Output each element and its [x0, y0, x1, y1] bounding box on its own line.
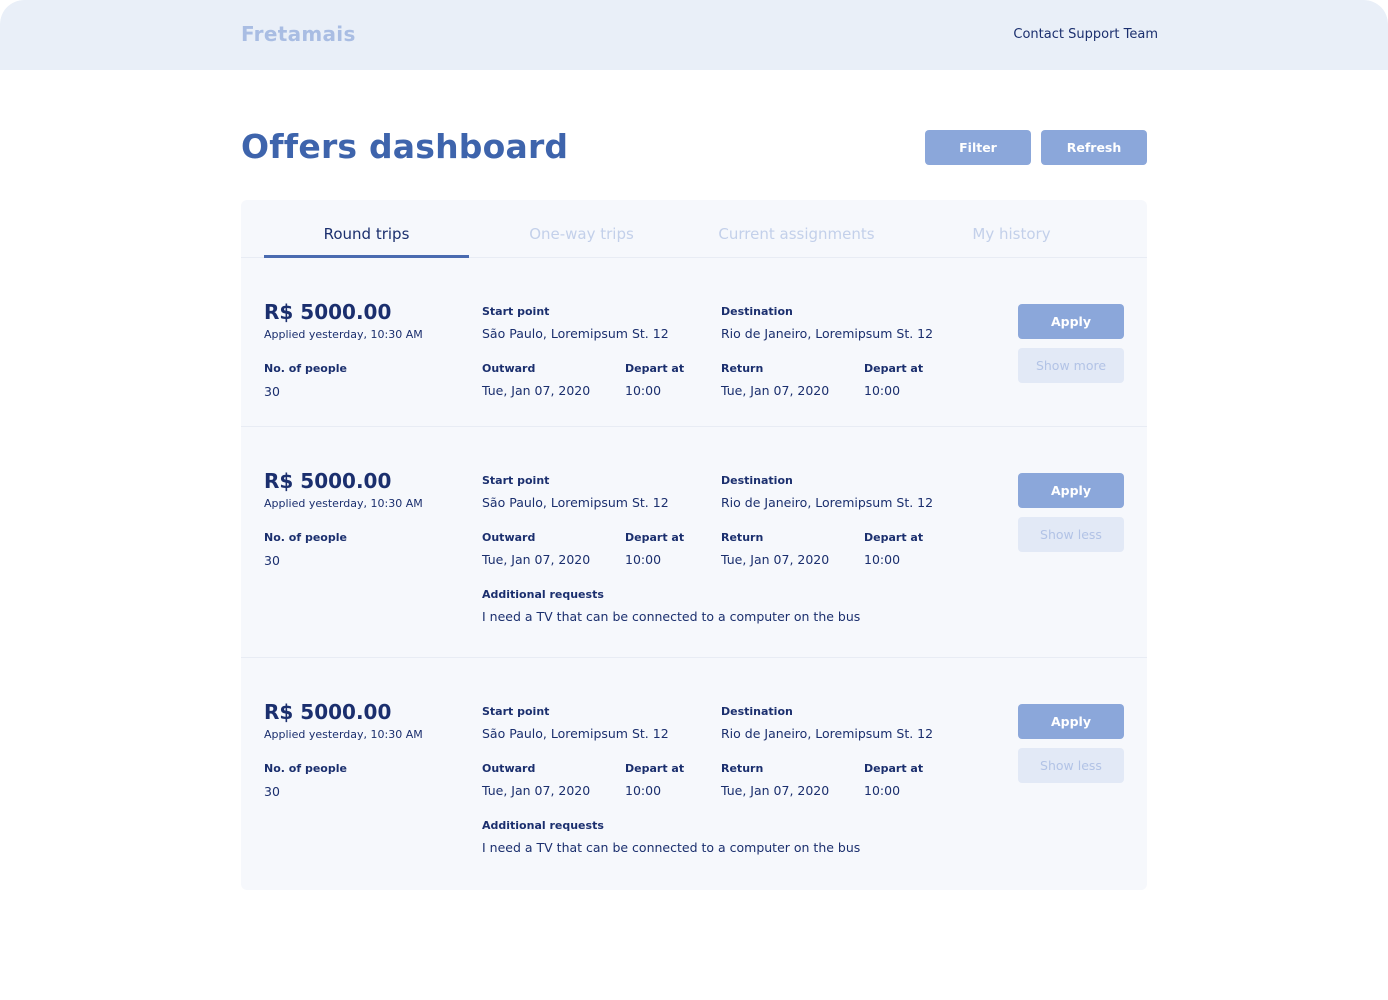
apply-button[interactable]: Apply	[1018, 304, 1124, 339]
page: Fretamais Contact Support Team Offers da…	[0, 0, 1388, 1000]
return-depart-label: Depart at	[864, 362, 924, 375]
offer-price: R$ 5000.00	[264, 300, 392, 324]
additional-requests-label: Additional requests	[482, 819, 604, 832]
return-depart-label: Depart at	[864, 531, 924, 544]
outward-depart-label: Depart at	[625, 531, 685, 544]
destination-label: Destination	[721, 474, 793, 487]
logo[interactable]: Fretamais	[241, 22, 356, 46]
tab-one-way-trips[interactable]: One-way trips	[479, 225, 684, 243]
offer-card: R$ 5000.00 Applied yesterday, 10:30 AM N…	[241, 258, 1147, 427]
additional-requests-value: I need a TV that can be connected to a c…	[482, 609, 861, 624]
top-bar: Fretamais Contact Support Team	[0, 0, 1388, 70]
offer-price: R$ 5000.00	[264, 700, 392, 724]
start-point-value: São Paulo, Loremipsum St. 12	[482, 326, 669, 341]
destination-label: Destination	[721, 305, 793, 318]
return-depart-label: Depart at	[864, 762, 924, 775]
outward-depart-label: Depart at	[625, 762, 685, 775]
start-point-label: Start point	[482, 474, 550, 487]
people-label: No. of people	[264, 362, 347, 375]
outward-time: 10:00	[625, 552, 662, 567]
destination-value: Rio de Janeiro, Loremipsum St. 12	[721, 726, 934, 741]
return-date: Tue, Jan 07, 2020	[721, 783, 830, 798]
return-time: 10:00	[864, 783, 901, 798]
show-more-button[interactable]: Show more	[1018, 348, 1124, 383]
offer-price: R$ 5000.00	[264, 469, 392, 493]
offer-applied-time: Applied yesterday, 10:30 AM	[264, 497, 423, 510]
tab-round-trips[interactable]: Round trips	[264, 225, 469, 243]
people-value: 30	[264, 784, 280, 799]
show-less-button[interactable]: Show less	[1018, 517, 1124, 552]
return-label: Return	[721, 362, 764, 375]
destination-value: Rio de Janeiro, Loremipsum St. 12	[721, 326, 934, 341]
tab-my-history[interactable]: My history	[909, 225, 1114, 243]
return-date: Tue, Jan 07, 2020	[721, 383, 830, 398]
outward-time: 10:00	[625, 783, 662, 798]
offer-card: R$ 5000.00 Applied yesterday, 10:30 AM N…	[241, 658, 1147, 890]
offer-card: R$ 5000.00 Applied yesterday, 10:30 AM N…	[241, 427, 1147, 658]
outward-label: Outward	[482, 531, 536, 544]
start-point-value: São Paulo, Loremipsum St. 12	[482, 495, 669, 510]
people-value: 30	[264, 384, 280, 399]
return-label: Return	[721, 762, 764, 775]
people-label: No. of people	[264, 531, 347, 544]
show-less-button[interactable]: Show less	[1018, 748, 1124, 783]
offer-applied-time: Applied yesterday, 10:30 AM	[264, 328, 423, 341]
return-time: 10:00	[864, 552, 901, 567]
offer-applied-time: Applied yesterday, 10:30 AM	[264, 728, 423, 741]
outward-date: Tue, Jan 07, 2020	[482, 552, 591, 567]
additional-requests-label: Additional requests	[482, 588, 604, 601]
return-time: 10:00	[864, 383, 901, 398]
additional-requests-value: I need a TV that can be connected to a c…	[482, 840, 861, 855]
people-value: 30	[264, 553, 280, 568]
start-point-label: Start point	[482, 305, 550, 318]
offers-panel: Round trips One-way trips Current assign…	[241, 200, 1147, 890]
destination-label: Destination	[721, 705, 793, 718]
return-date: Tue, Jan 07, 2020	[721, 552, 830, 567]
apply-button[interactable]: Apply	[1018, 704, 1124, 739]
return-label: Return	[721, 531, 764, 544]
people-label: No. of people	[264, 762, 347, 775]
outward-label: Outward	[482, 362, 536, 375]
start-point-value: São Paulo, Loremipsum St. 12	[482, 726, 669, 741]
refresh-button[interactable]: Refresh	[1041, 130, 1147, 165]
tab-current-assignments[interactable]: Current assignments	[694, 225, 899, 243]
outward-depart-label: Depart at	[625, 362, 685, 375]
outward-label: Outward	[482, 762, 536, 775]
page-title: Offers dashboard	[241, 127, 569, 166]
tab-bar: Round trips One-way trips Current assign…	[241, 200, 1147, 258]
contact-support-link[interactable]: Contact Support Team	[1013, 27, 1158, 42]
start-point-label: Start point	[482, 705, 550, 718]
outward-date: Tue, Jan 07, 2020	[482, 783, 591, 798]
destination-value: Rio de Janeiro, Loremipsum St. 12	[721, 495, 934, 510]
outward-time: 10:00	[625, 383, 662, 398]
outward-date: Tue, Jan 07, 2020	[482, 383, 591, 398]
filter-button[interactable]: Filter	[925, 130, 1031, 165]
apply-button[interactable]: Apply	[1018, 473, 1124, 508]
